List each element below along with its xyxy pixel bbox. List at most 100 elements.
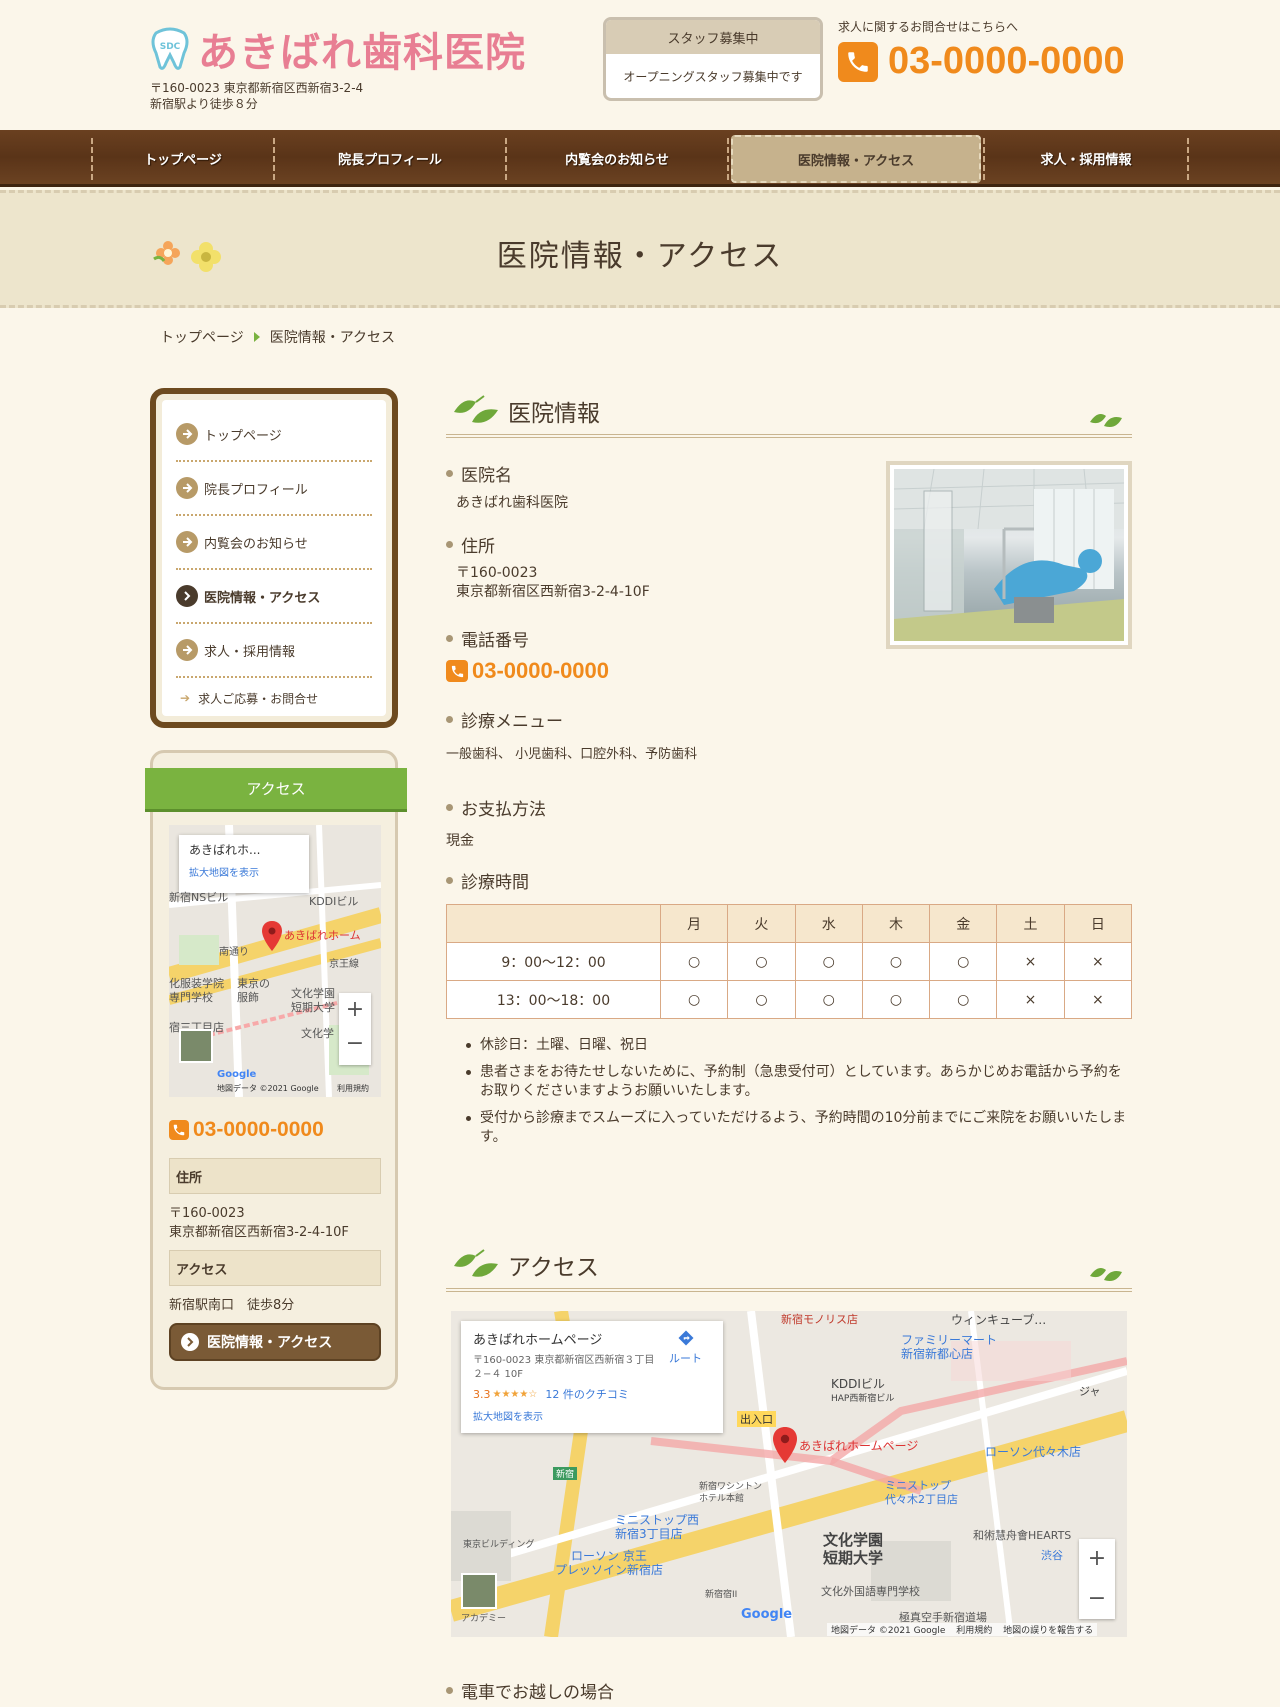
clinic-phone[interactable]: 03-0000-0000 [446,658,609,684]
side-nav-item-access[interactable]: 医院情報・アクセス [176,570,372,624]
schedule-mark: ○ [929,980,998,1019]
sidebar-phone-number: 03-0000-0000 [193,1118,324,1141]
map-label: 京王線 [329,959,359,970]
clinic-address-value: 〒160-0023 東京都新宿区西新宿3-2-4-10F [456,564,650,602]
nav-item-recruit[interactable]: 求人・採用情報 [985,130,1187,187]
map-label: 和術慧舟會HEARTS [973,1529,1072,1542]
access-map[interactable]: あきばれホームページ 〒160-0023 東京都新宿区西新宿３丁目２−４ 10F… [451,1311,1127,1637]
route-button[interactable]: ルート [669,1329,702,1366]
schedule-mark: ○ [727,942,796,981]
nav-item-open-house[interactable]: 内覧会のお知らせ [507,130,727,187]
map-pin-icon[interactable] [262,921,282,955]
bullet-icon [446,716,453,723]
payment-value: 現金 [446,833,474,849]
nav-item-top[interactable]: トップページ [93,130,273,187]
zoom-out-icon[interactable]: − [339,1027,371,1061]
logo[interactable]: SDC あきばれ歯科医院 [150,20,526,78]
clinic-name-label: 医院名 [446,461,512,486]
table-row: 13：00〜18：00 ○ ○ ○ ○ ○ × × [446,980,1133,1019]
sidebar-postal: 〒160-0023 [169,1206,245,1221]
breadcrumb-home[interactable]: トップページ [160,327,244,347]
phone-icon [446,660,468,682]
side-nav-sub-item-contact[interactable]: ➔ 求人ご応募・お問合せ [176,678,372,718]
schedule-mark: ○ [929,942,998,981]
leaf-icon [1088,408,1124,434]
zoom-in-icon[interactable]: + [339,993,371,1027]
side-nav-item-recruit[interactable]: 求人・採用情報 [176,624,372,678]
staff-box-text: オープニングスタッフ募集中です [623,69,803,84]
map-credit: 地図データ ©2021 Google [217,1084,319,1093]
chevron-circle-icon [181,1333,199,1351]
side-nav-item-open-house[interactable]: 内覧会のお知らせ [176,516,372,570]
header-phone[interactable]: 03-0000-0000 [838,40,1125,83]
phone-icon [838,41,878,82]
map-label: 新宿宿II [705,1590,738,1600]
map-label: ホテル本館 [699,1494,745,1504]
map-label: プレッソイン新宿店 [555,1563,664,1577]
schedule-day-mon: 月 [659,904,729,943]
map-label: 東京ビルディング [463,1540,535,1550]
leaf-icon [1088,1262,1124,1288]
side-nav-list: トップページ 院長プロフィール 内覧会のお知らせ 医院情報・アクセス 求人・採用… [162,400,386,716]
side-nav-item-top[interactable]: トップページ [176,408,372,462]
clinic-info-heading: 医院情報 [446,388,1132,438]
bullet-icon [446,635,453,642]
schedule-day-wed: 水 [794,904,863,943]
access-title: アクセス [508,1255,599,1281]
reviews-link[interactable]: 12 件のクチコミ [545,1386,629,1402]
zoom-in-icon[interactable]: + [1079,1539,1115,1579]
map-card-rating: 3.3 ★★★★☆ 12 件のクチコミ [473,1386,711,1402]
side-nav-label: トップページ [204,428,282,444]
clinic-menu-label: 診療メニュー [446,707,563,732]
schedule-mark: ○ [794,980,863,1019]
arrow-icon: ➔ [180,691,191,705]
schedule-time: 13：00〜18：00 [446,980,661,1019]
clinic-photo [886,461,1132,649]
sidebar-map-card: あきばれホ... 拡大地図を表示 [179,835,309,893]
side-nav-label: 医院情報・アクセス [204,590,321,606]
chevron-circle-icon [176,585,198,607]
schedule-mark: ○ [861,980,931,1019]
sidebar-map[interactable]: あきばれホ... 拡大地図を表示 新宿NSビル KDDIビル 南通り 京王線 あ… [169,825,381,1097]
sidebar-access-button[interactable]: 医院情報・アクセス [169,1323,381,1361]
bullet-icon [446,541,453,548]
staff-recruit-box[interactable]: スタッフ募集中 オープニングスタッフ募集中です [603,17,823,101]
map-label: 短期大学 [291,1001,335,1014]
map-label: KDDIビル [309,895,359,908]
sidebar-phone[interactable]: 03-0000-0000 [169,1118,324,1142]
rating-stars-icon: ★★★★☆ [492,1388,538,1400]
clinic-menu-value: 一般歯科、 小児歯科、口腔外科、予防歯科 [446,747,698,762]
nav-item-access[interactable]: 医院情報・アクセス [731,135,981,183]
nav-item-profile[interactable]: 院長プロフィール [275,130,505,187]
label-text: 電話番号 [461,631,529,651]
leaf-icon [450,1246,502,1286]
sidebar-address-label: 住所 [169,1158,381,1194]
contact-label: 求人に関するお問合せはこちらへ [838,20,1019,34]
payment-label: お支払方法 [446,795,546,820]
sidebar-map-link[interactable]: 拡大地図を表示 [189,864,299,879]
map-card-link[interactable]: 拡大地図を表示 [473,1408,711,1423]
side-nav-item-profile[interactable]: 院長プロフィール [176,462,372,516]
satellite-toggle[interactable] [179,1029,213,1063]
schedule-table: 月 火 水 木 金 土 日 9：00〜12：00 ○ ○ ○ ○ ○ × × 1… [446,904,1133,1019]
sidebar-access-text: 新宿駅南口 徒歩8分 [169,1298,295,1313]
arrow-circle-icon [176,477,198,499]
satellite-toggle[interactable] [461,1573,497,1609]
map-terms[interactable]: 利用規約 [337,1083,369,1094]
map-label: 代々木2丁目店 [885,1493,958,1506]
schedule-day-thu: 木 [861,904,931,943]
zoom-out-icon[interactable]: − [1079,1579,1115,1619]
tooth-logo-icon: SDC [150,27,190,71]
map-pin-icon[interactable] [773,1427,797,1467]
google-logo: Google [217,1069,257,1080]
access-map-card: あきばれホームページ 〒160-0023 東京都新宿区西新宿３丁目２−４ 10F… [461,1321,723,1433]
sidebar-access-box: アクセス あきばれホ... 拡大地図を表示 新宿NSビル KDDIビル 南通り … [145,750,407,1390]
map-terms[interactable]: 利用規約 [956,1626,992,1636]
schedule-day-sun: 日 [1063,904,1133,943]
page-title-band: 医院情報・アクセス [0,190,1280,308]
map-label: 出入口 [737,1411,776,1427]
map-report[interactable]: 地図の誤りを報告する [1003,1626,1093,1636]
header-phone-number: 03-0000-0000 [888,40,1125,82]
nav-separator [727,138,729,180]
schedule-header-row: 月 火 水 木 金 土 日 [446,904,1133,943]
